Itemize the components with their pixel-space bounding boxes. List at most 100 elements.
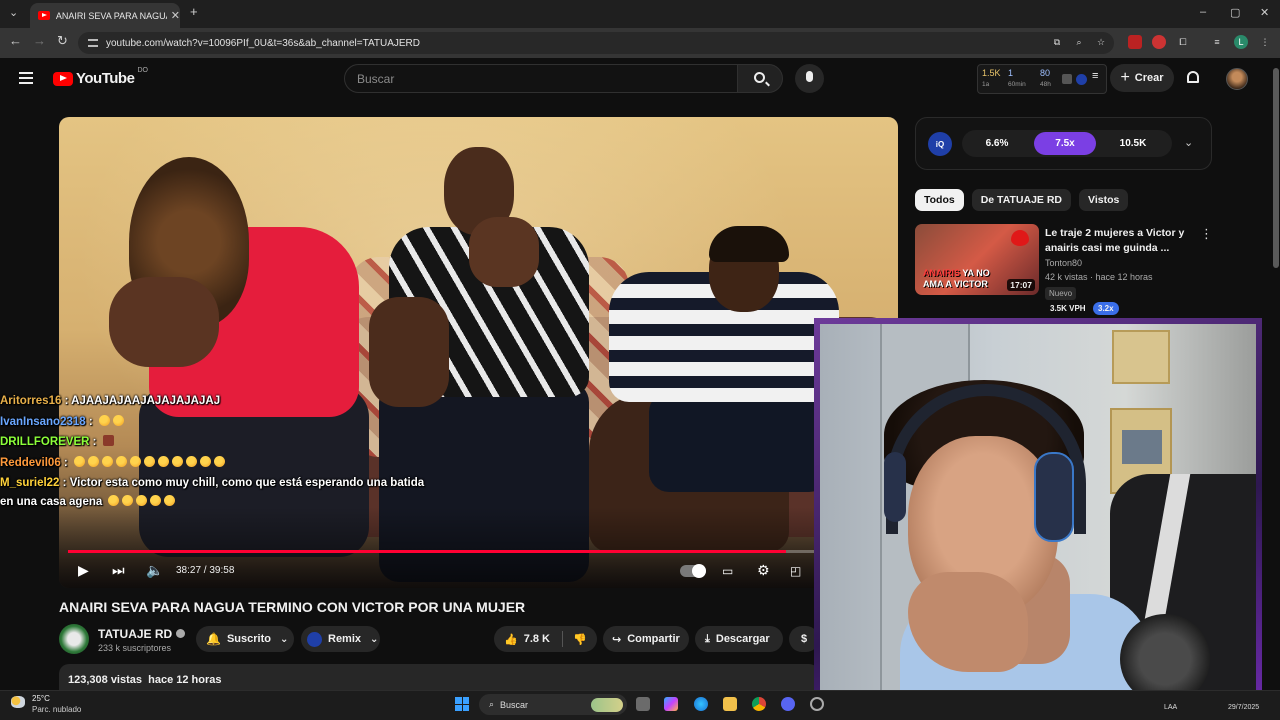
iq-extension-icon[interactable] <box>1076 74 1087 85</box>
browser-menu-icon[interactable]: ⋮ <box>1258 35 1272 49</box>
like-icon[interactable]: 👍 <box>504 633 518 646</box>
dislike-icon[interactable]: 👎 <box>573 633 587 646</box>
video-title: ANAIRI SEVA PARA NAGUA TERMINO CON VICTO… <box>59 599 526 615</box>
chip-vistos[interactable]: Vistos <box>1079 189 1129 211</box>
like-dislike-group: 👍 7.8 K 👎 <box>494 626 597 652</box>
recommended-video-thumbnail[interactable]: ANAIRIS YA NO AMA A VICTOR 17:07 <box>915 224 1039 295</box>
zoom-icon[interactable]: ⌕ <box>1072 35 1086 49</box>
chat-message: Reddevil06 : <box>0 453 460 474</box>
bookmark-star-icon[interactable]: ☆ <box>1094 35 1108 49</box>
tab-list-icon[interactable]: ⌄ <box>9 6 18 19</box>
cast-icon[interactable]: ⧉ <box>1050 35 1064 49</box>
youtube-favicon-icon <box>38 11 50 20</box>
view-count: 123,308 vistas <box>68 674 143 686</box>
menu-icon[interactable] <box>19 72 33 84</box>
site-info-icon[interactable] <box>88 39 98 47</box>
more-options-icon[interactable]: ⋮ <box>1200 226 1213 242</box>
subtitles-icon[interactable]: ▭ <box>722 564 733 578</box>
taskbar-date[interactable]: 29/7/2025 <box>1228 704 1259 711</box>
verified-check-icon <box>176 629 186 638</box>
download-button[interactable]: ⤓ Descargar <box>695 626 783 652</box>
iq-segment-outlier[interactable]: 7.5x <box>1034 132 1096 155</box>
tab-title: ANAIRI SEVA PARA NAGUA TERMINO CON VICTO… <box>55 10 167 21</box>
discord-icon[interactable] <box>781 697 795 711</box>
chat-username: M_suriel22 <box>0 477 60 489</box>
user-avatar[interactable] <box>1226 68 1248 90</box>
extension-2-icon[interactable] <box>1152 35 1166 49</box>
url-field[interactable]: youtube.com/watch?v=10096PIf_0U&t=36s&ab… <box>78 32 1114 54</box>
keyboard-language[interactable]: LAA <box>1164 704 1177 711</box>
tab-close-icon[interactable]: ✕ <box>171 9 180 22</box>
stat-2-sub: 60min <box>1008 81 1026 88</box>
windows-start-icon[interactable] <box>455 697 469 711</box>
browser-tab[interactable]: ANAIRI SEVA PARA NAGUA TERMINO CON VICTO… <box>30 3 180 28</box>
emoji-icon <box>185 455 197 467</box>
iq-segment-ctr[interactable]: 6.6% <box>967 132 1027 155</box>
extension-1-icon[interactable] <box>1128 35 1142 49</box>
emoji-icon <box>129 455 141 467</box>
share-button[interactable]: ↪ Compartir <box>603 626 689 652</box>
voice-search-button[interactable] <box>795 64 824 93</box>
reload-icon[interactable]: ↻ <box>57 33 68 49</box>
app-icon[interactable] <box>810 697 824 711</box>
next-icon[interactable]: ⏭ <box>112 562 125 579</box>
file-explorer-icon[interactable] <box>723 697 737 711</box>
notifications-bell-icon[interactable] <box>1187 71 1199 83</box>
youtube-logo[interactable]: YouTube DO <box>53 67 148 87</box>
channel-stats-widget[interactable]: 1.5K 1a 1 60min 80 48h ≡ <box>977 64 1107 94</box>
search-input[interactable]: Buscar <box>344 64 738 93</box>
extensions-puzzle-icon[interactable]: ⧠ <box>1176 35 1190 49</box>
reading-list-icon[interactable]: ≡ <box>1210 35 1224 49</box>
maximize-icon[interactable]: ▢ <box>1230 6 1240 19</box>
page-scrollbar[interactable] <box>1272 58 1280 690</box>
stat-2-value: 1 <box>1008 68 1014 78</box>
chip-todos[interactable]: Todos <box>915 189 964 211</box>
progress-bar[interactable] <box>68 550 814 553</box>
volume-icon[interactable]: 🔈 <box>146 562 163 579</box>
emote-icon <box>102 435 114 446</box>
subscribed-button[interactable]: 🔔 Suscrito ⌄ <box>196 626 294 652</box>
close-window-icon[interactable]: ✕ <box>1260 6 1269 19</box>
settings-gear-icon[interactable]: ⚙ <box>757 562 770 579</box>
weather-temperature[interactable]: 25°C <box>32 694 50 703</box>
channel-name-row[interactable]: TATUAJE RD <box>98 627 186 641</box>
recommended-video-title[interactable]: Le traje 2 mujeres a Victor y anairis ca… <box>1045 226 1195 256</box>
weather-cloud-sun-icon[interactable] <box>11 696 25 708</box>
recommendation-filter-chips: Todos De TATUAJE RD Vistos <box>915 189 1129 211</box>
stats-chart-icon[interactable] <box>1062 74 1072 84</box>
emoji-icon <box>150 494 162 506</box>
channel-avatar[interactable] <box>59 624 89 654</box>
create-button[interactable]: + Crear <box>1110 64 1174 92</box>
new-tab-icon[interactable]: + <box>190 4 198 19</box>
chevron-down-icon[interactable]: ⌄ <box>1184 136 1193 149</box>
search-button[interactable] <box>737 64 783 93</box>
forward-icon[interactable]: → <box>33 33 46 48</box>
emoji-icon <box>87 455 99 467</box>
back-icon[interactable]: ← <box>9 33 22 48</box>
emoji-icon <box>98 414 110 426</box>
stats-menu-icon[interactable]: ≡ <box>1092 70 1098 82</box>
like-count[interactable]: 7.8 K <box>524 633 550 645</box>
chip-channel[interactable]: De TATUAJE RD <box>971 189 1072 211</box>
video-player[interactable] <box>59 117 898 588</box>
youtube-play-logo-icon <box>53 71 73 86</box>
task-view-icon[interactable] <box>636 697 650 711</box>
weather-description[interactable]: Parc. nublado <box>32 705 81 714</box>
remix-button[interactable]: Remix ⌄ <box>301 626 380 652</box>
emoji-icon <box>108 494 120 506</box>
channel-name[interactable]: TATUAJE RD <box>98 627 172 641</box>
share-label: Compartir <box>627 633 680 645</box>
iq-segment-views[interactable]: 10.5K <box>1102 132 1164 155</box>
minimize-icon[interactable]: – <box>1200 6 1206 18</box>
profile-icon[interactable]: L <box>1234 35 1248 49</box>
emoji-icon <box>171 455 183 467</box>
play-icon[interactable]: ▶ <box>78 562 89 579</box>
recommended-channel-name[interactable]: Tonton80 <box>1045 258 1082 268</box>
emoji-icon <box>136 494 148 506</box>
miniplayer-icon[interactable]: ◰ <box>790 564 801 578</box>
edge-browser-icon[interactable] <box>694 697 708 711</box>
taskbar-search[interactable]: ⌕ Buscar <box>479 694 627 715</box>
autoplay-toggle[interactable] <box>680 564 706 578</box>
copilot-icon[interactable] <box>664 697 678 711</box>
chrome-browser-icon[interactable] <box>752 697 766 711</box>
